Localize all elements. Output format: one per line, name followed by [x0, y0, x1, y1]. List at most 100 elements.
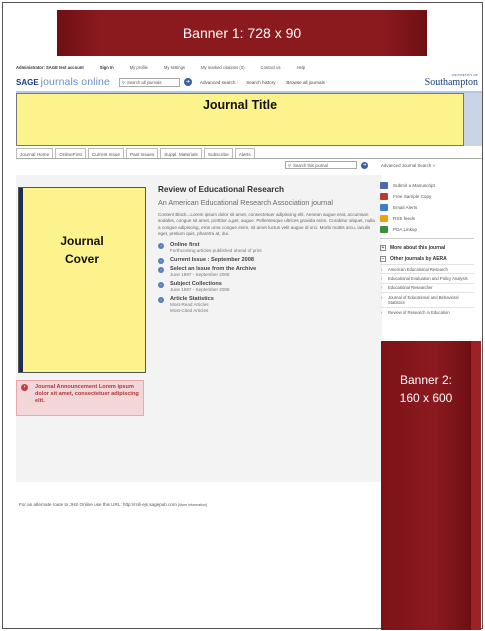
free-sample-label: Free Sample Copy: [393, 194, 432, 199]
browse-journals-link[interactable]: Browse all journals ·: [286, 80, 327, 85]
marked-citations-link[interactable]: My marked citations (0): [201, 65, 245, 70]
chevron-right-icon: ›: [381, 309, 383, 315]
chevron-right-icon: ›: [381, 294, 383, 300]
university-small-label: UNIVERSITY OF: [451, 72, 478, 77]
logo-sage: SAGE: [16, 78, 39, 87]
journal-search-row: ⚲ Search this journal ➜ Advanced Journal…: [285, 160, 435, 170]
journal-info: Review of Educational Research An Americ…: [158, 185, 376, 314]
cover-label-line2: Cover: [64, 252, 99, 266]
journal-link-eepa[interactable]: › Educational Evaluation and Policy Anal…: [380, 273, 474, 282]
search-icon: ⚲: [288, 162, 292, 168]
journal-cover[interactable]: Journal Cover: [18, 187, 146, 373]
sidebar-item-pda[interactable]: PDA Linkup: [380, 224, 474, 235]
alternate-route-note: For an alternate route to JHS Online use…: [19, 502, 207, 507]
banner-ad-right[interactable]: Banner 2: 160 x 600: [381, 341, 481, 630]
sidebar-item-email-alerts[interactable]: Email Alerts: [380, 202, 474, 213]
pda-label: PDA Linkup: [393, 227, 418, 232]
title-side-panel: [464, 93, 482, 146]
sage-logo[interactable]: SAGE journals online: [16, 76, 110, 88]
journal-name: Review of Educational Research: [158, 185, 285, 194]
collapse-icon: −: [380, 255, 386, 262]
arrow-icon: ›: [158, 242, 164, 249]
banner2-label-line1: Banner 2:: [399, 373, 453, 387]
search-all-input[interactable]: ⚲ Search all journals: [118, 77, 180, 87]
list-item-article-statistics[interactable]: › Article Statistics Most-Read Articles …: [158, 296, 376, 314]
current-issue-link[interactable]: Current Issue : September 2008: [170, 257, 376, 263]
announcement-icon: ›: [21, 384, 28, 391]
expand-icon: +: [380, 244, 386, 251]
tabs-divider: [16, 158, 482, 159]
university-name: Southampton: [424, 76, 478, 88]
list-item-online-first[interactable]: › Online first Forthcoming articles publ…: [158, 242, 376, 254]
list-item-current-issue[interactable]: › Current Issue : September 2008: [158, 257, 376, 264]
journal-announcement: › Journal Announcement Lorem ipsum dolor…: [16, 380, 144, 416]
search-history-link[interactable]: Search history ·: [246, 80, 278, 85]
pda-icon: [380, 226, 388, 233]
alternate-route-text: For an alternate route to JHS Online use…: [19, 502, 177, 507]
my-profile-link[interactable]: My profile: [130, 65, 148, 70]
sidebar-item-submit-manuscript[interactable]: Submit a Manuscript: [380, 180, 474, 191]
journal-link-er[interactable]: › Educational Researcher: [380, 282, 474, 292]
logo-journals-online: journals online: [40, 76, 110, 88]
sidebar-item-rss[interactable]: RSS feeds: [380, 213, 474, 224]
right-sidebar: Submit a Manuscript Free Sample Copy Ema…: [380, 180, 474, 316]
other-journals-toggle[interactable]: − Other journals by AERA: [380, 253, 474, 264]
arrow-icon: ›: [158, 266, 164, 273]
more-about-journal-toggle[interactable]: + More about this journal: [380, 242, 474, 253]
rss-icon: [380, 215, 388, 222]
journal-title: Journal Title: [202, 98, 278, 112]
more-information-link[interactable]: [More information]: [178, 503, 207, 507]
journal-search-placeholder: Search this journal: [293, 162, 328, 168]
chevron-right-icon: ›: [381, 285, 383, 291]
chevron-right-icon: ›: [381, 266, 383, 272]
search-icon: ⚲: [121, 79, 125, 85]
sample-copy-icon: [380, 193, 388, 200]
my-settings-link[interactable]: My settings: [164, 65, 185, 70]
advanced-journal-search-link[interactable]: Advanced Journal Search »: [381, 163, 435, 168]
journal-title-banner: Journal Title: [16, 93, 464, 146]
banner2-label-line2: 160 x 600: [399, 391, 453, 405]
manuscript-icon: [380, 182, 388, 189]
help-link[interactable]: Help: [297, 65, 306, 70]
announcement-text: Journal Announcement Lorem ipsum dolor s…: [35, 384, 139, 404]
arrow-icon: ›: [158, 257, 164, 264]
other-journals-label: Other journals by AERA: [390, 255, 447, 262]
site-header: SAGE journals online ⚲ Search all journa…: [16, 73, 482, 89]
journal-link-label: Educational Evaluation and Policy Analys…: [388, 275, 468, 281]
journal-subtitle: An American Educational Research Associa…: [158, 198, 333, 207]
user-bar: Administrator: SAGE test account Sign In…: [16, 62, 481, 72]
cover-label-line1: Journal: [60, 234, 104, 248]
list-item-subject-collections[interactable]: › Subject Collections June 1997 - Septem…: [158, 281, 376, 293]
more-about-label: More about this journal: [390, 244, 446, 251]
admin-label: Administrator: SAGE test account: [16, 64, 84, 70]
archive-range: June 1997 - September 2008: [170, 271, 230, 277]
subject-collections-range: June 1997 - September 2008: [170, 286, 230, 292]
list-item-archive[interactable]: › Select an Issue from the Archive June …: [158, 266, 376, 278]
journal-link-label: American Educational Research: [388, 266, 448, 272]
most-cited-link[interactable]: Most-Cited Articles: [170, 308, 376, 314]
banner-label: Banner 1: 728 x 90: [182, 25, 302, 41]
advanced-search-link[interactable]: Advanced search ·: [200, 80, 238, 85]
university-logo[interactable]: UNIVERSITY OF Southampton: [424, 73, 478, 88]
arrow-icon: ›: [158, 281, 164, 288]
rss-label: RSS feeds: [393, 216, 415, 221]
sign-in-link[interactable]: Sign In: [100, 65, 114, 70]
journal-search-input[interactable]: ⚲ Search this journal: [285, 161, 357, 169]
contact-us-link[interactable]: Contact us: [261, 65, 281, 70]
arrow-icon: ›: [158, 296, 164, 303]
journal-link-aer[interactable]: › American Educational Research: [380, 264, 474, 273]
chevron-right-icon: ›: [381, 275, 383, 281]
content-block: Content Block...Lorem ipsum dolor sit am…: [158, 212, 375, 237]
sidebar-item-free-sample[interactable]: Free Sample Copy: [380, 191, 474, 202]
journal-search-go-icon[interactable]: ➜: [361, 161, 368, 169]
journal-link-label: Review of Research in Education: [388, 309, 450, 315]
journal-link-jebs[interactable]: › Journal of Educational and Behavioral …: [380, 292, 474, 307]
email-icon: [380, 204, 388, 211]
banner-ad-top[interactable]: Banner 1: 728 x 90: [57, 10, 427, 56]
sidebar-divider: [380, 238, 474, 239]
journal-link-label: Journal of Educational and Behavioral St…: [388, 294, 459, 306]
journal-link-rre[interactable]: › Review of Research in Education: [380, 307, 474, 316]
submit-manuscript-label: Submit a Manuscript: [393, 183, 435, 188]
search-all-placeholder: Search all journals: [126, 79, 162, 85]
search-go-icon[interactable]: ➜: [183, 78, 192, 86]
